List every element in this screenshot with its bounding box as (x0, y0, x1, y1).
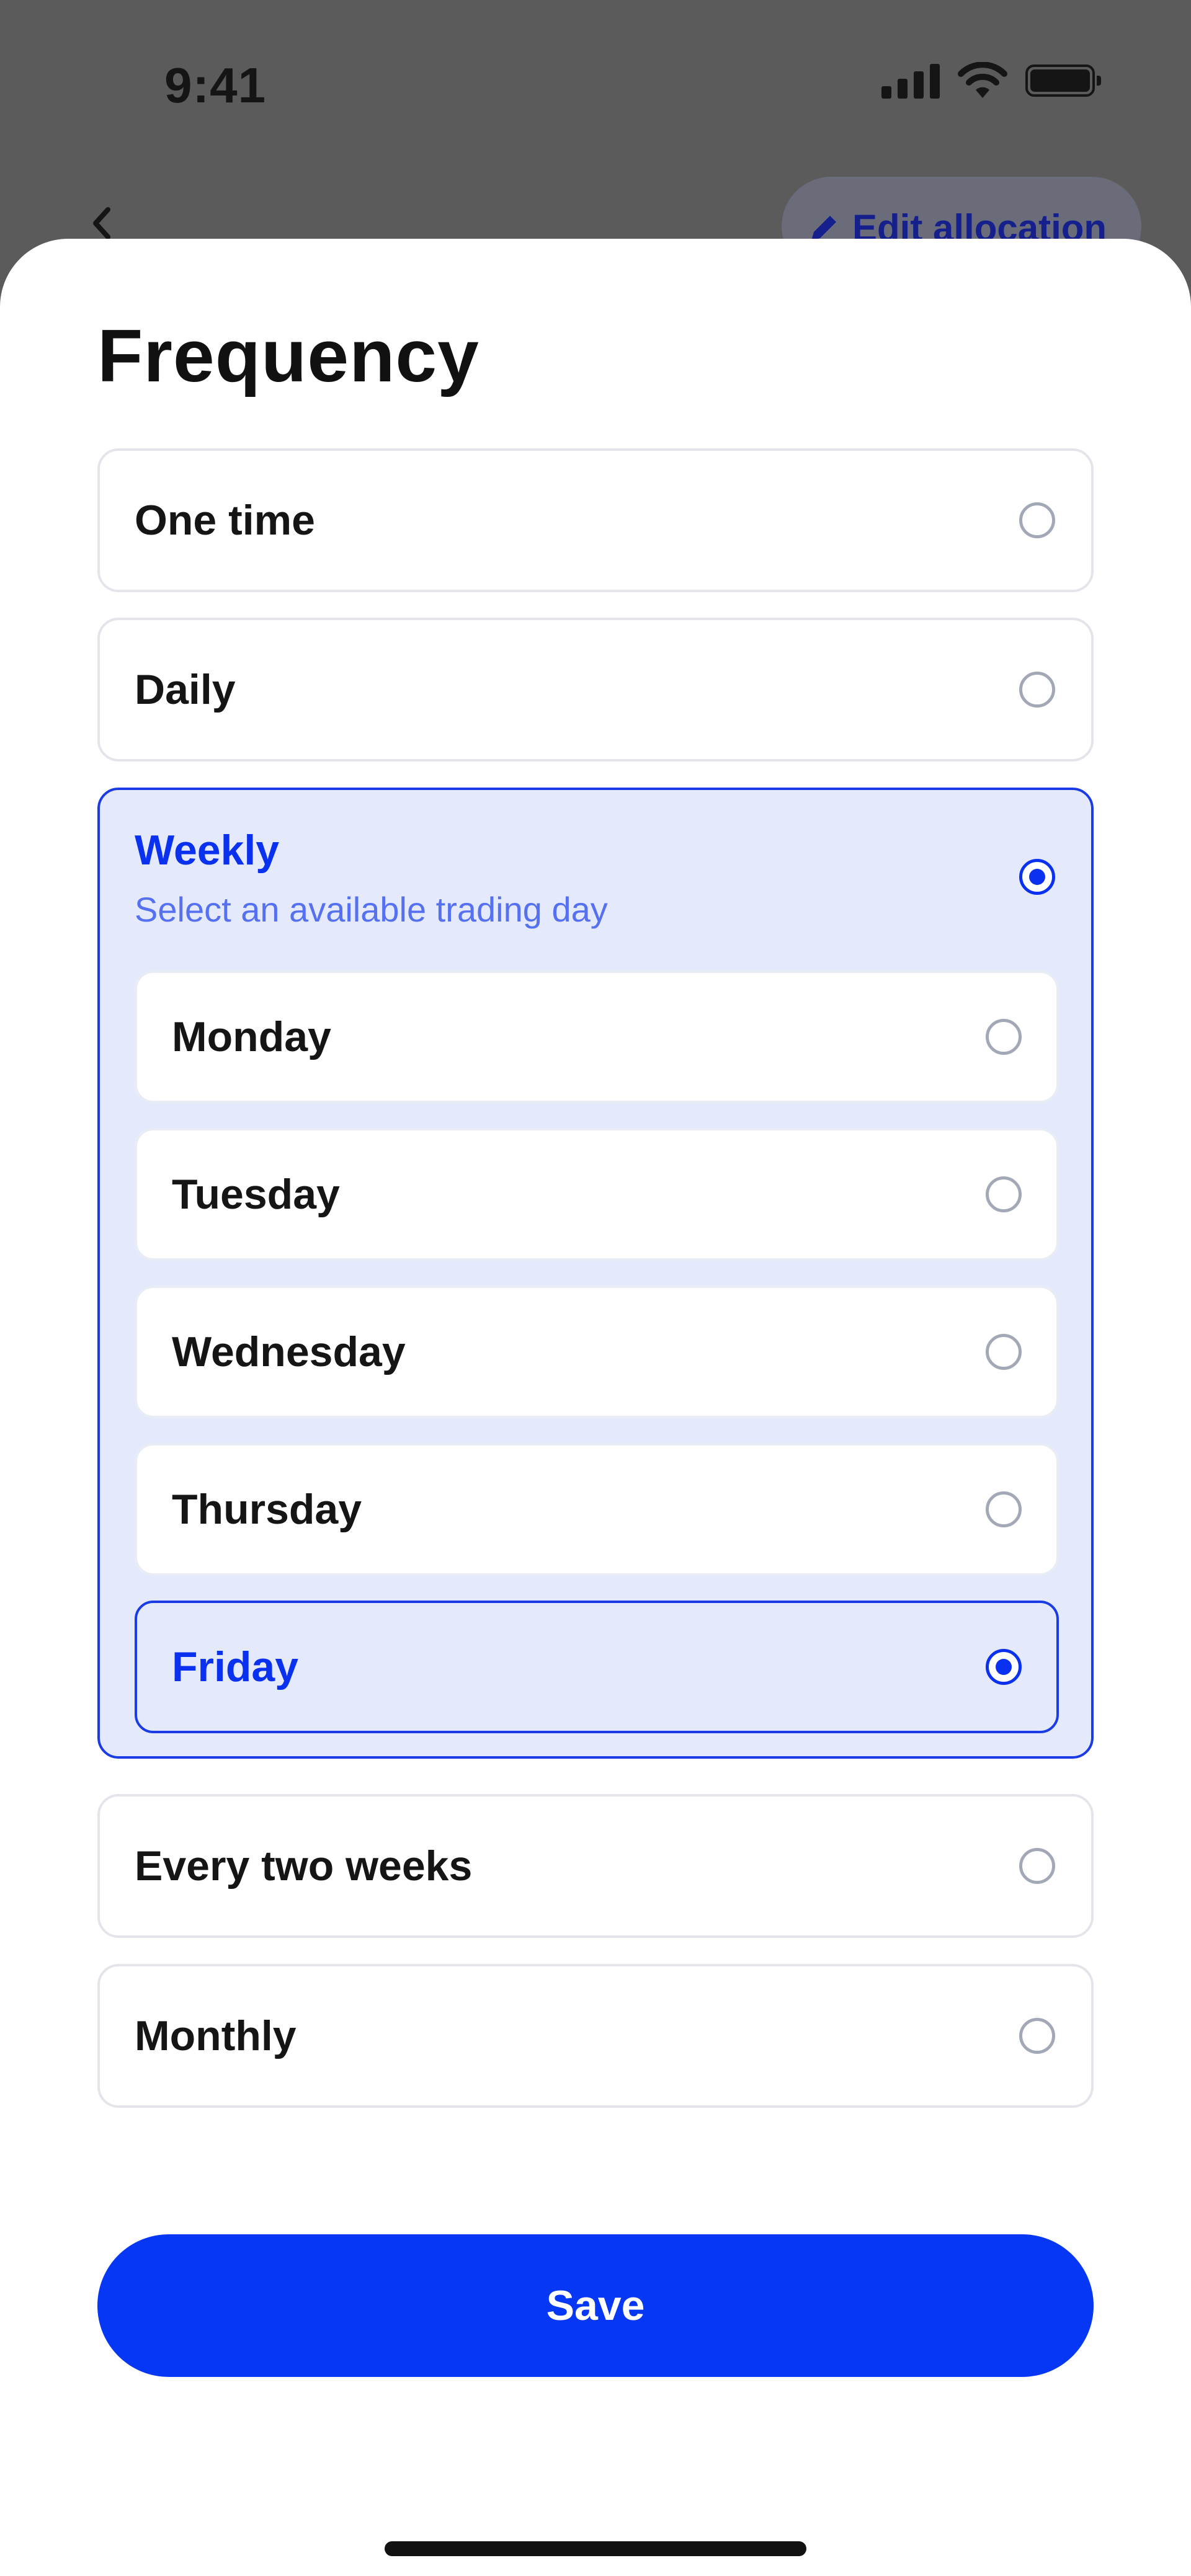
option-label: Weekly (135, 827, 280, 874)
wifi-icon (958, 62, 1007, 98)
radio-icon[interactable] (1019, 672, 1055, 708)
day-label: Friday (172, 1643, 299, 1690)
cellular-signal-icon (881, 63, 940, 99)
radio-icon[interactable] (986, 1176, 1022, 1212)
radio-icon[interactable] (986, 1019, 1022, 1055)
status-icons (881, 62, 1101, 99)
option-label: Every two weeks (135, 1842, 473, 1890)
radio-icon[interactable] (986, 1334, 1022, 1370)
radio-icon[interactable] (1019, 1848, 1055, 1884)
radio-selected-icon[interactable] (1019, 859, 1055, 895)
option-weekly[interactable]: Weekly Select an available trading day M… (97, 788, 1094, 1759)
day-tuesday[interactable]: Tuesday (135, 1128, 1059, 1261)
status-time: 9:41 (164, 58, 267, 113)
day-label: Monday (172, 1013, 331, 1060)
frequency-sheet: Frequency One time Daily Weekly Select a… (0, 239, 1191, 2576)
option-label: Daily (135, 666, 236, 713)
option-daily[interactable]: Daily (97, 618, 1094, 762)
day-wednesday[interactable]: Wednesday (135, 1286, 1059, 1418)
save-button[interactable]: Save (97, 2234, 1094, 2377)
option-every-two-weeks[interactable]: Every two weeks (97, 1794, 1094, 1938)
status-bar: 9:41 (0, 0, 1191, 167)
day-label: Thursday (172, 1486, 362, 1533)
day-label: Tuesday (172, 1171, 340, 1218)
option-subtitle: Select an available trading day (135, 890, 608, 929)
option-label: Monthly (135, 2012, 297, 2059)
home-indicator (385, 2541, 806, 2556)
radio-selected-icon[interactable] (986, 1649, 1022, 1685)
option-monthly[interactable]: Monthly (97, 1964, 1094, 2108)
day-thursday[interactable]: Thursday (135, 1443, 1059, 1576)
day-label: Wednesday (172, 1328, 406, 1375)
day-friday[interactable]: Friday (135, 1601, 1059, 1733)
option-label: One time (135, 497, 315, 544)
day-monday[interactable]: Monday (135, 970, 1059, 1103)
sheet-title: Frequency (97, 314, 480, 398)
radio-icon[interactable] (986, 1491, 1022, 1527)
option-one-time[interactable]: One time (97, 448, 1094, 592)
radio-icon[interactable] (1019, 502, 1055, 538)
battery-icon (1025, 64, 1101, 97)
radio-icon[interactable] (1019, 2018, 1055, 2054)
